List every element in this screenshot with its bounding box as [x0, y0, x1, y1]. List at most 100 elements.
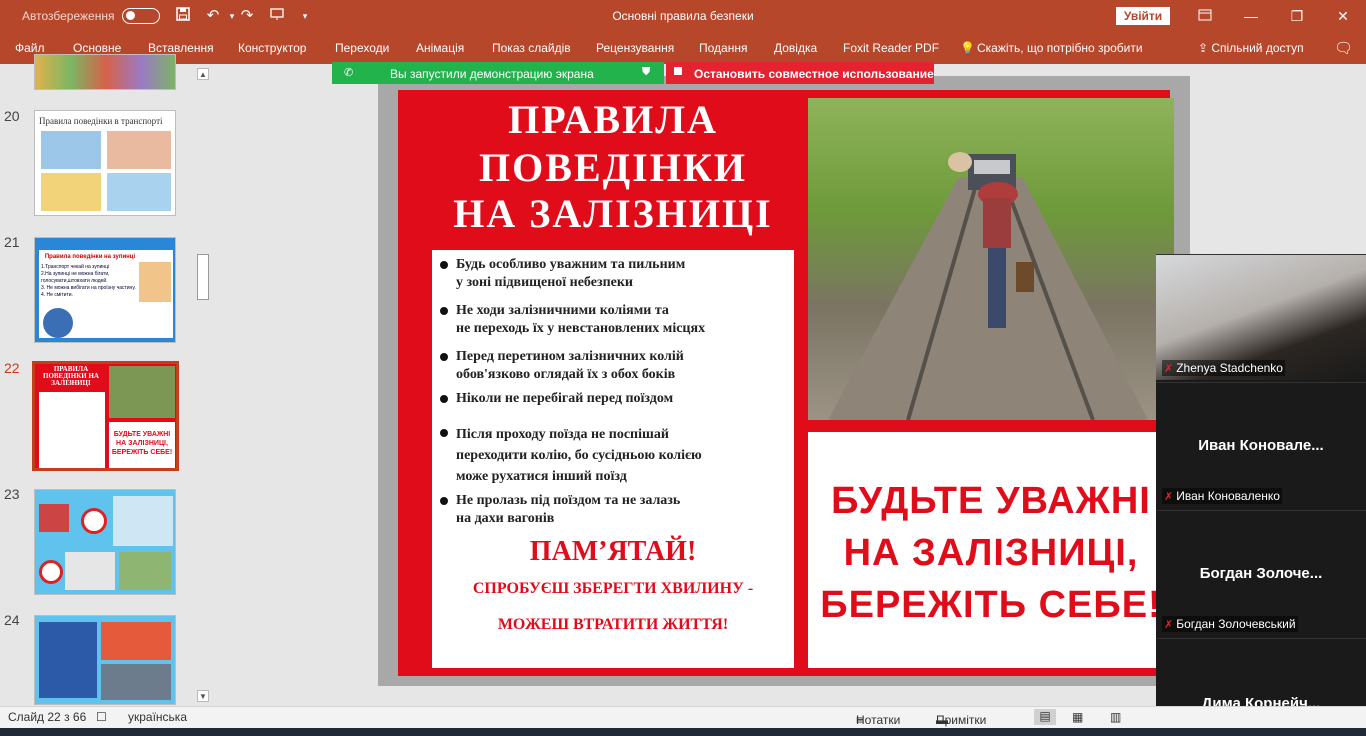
rule-text: обов'язково оглядай їх з обох боків [456, 367, 676, 382]
thumb20-image [41, 131, 101, 169]
spellcheck-icon[interactable]: ☐ [96, 710, 107, 724]
video-tile[interactable]: ✗ Zhenya Stadchenko [1156, 254, 1366, 380]
thumb21-image [43, 308, 73, 338]
thumb20-title: Правила поведінки в транспорті [39, 116, 163, 126]
slide-thumbnail-21[interactable]: Правила поведінки на зупинці 1.Транспорт… [34, 237, 176, 343]
stop-sharing-label: Остановить совместное использование [694, 67, 934, 81]
restore-icon[interactable]: ❐ [1285, 6, 1309, 26]
warning-line1: БУДЬТЕ УВАЖНІ [831, 480, 1151, 522]
share-label: Спільний доступ [1211, 41, 1304, 55]
thumb23-prohibit-icon [39, 560, 63, 584]
tab-review[interactable]: Рецензування [596, 41, 674, 55]
share-icon: ⇪ [1198, 41, 1212, 55]
tab-animations[interactable]: Анімація [416, 41, 464, 55]
thumb24-image [101, 664, 171, 700]
rule-item: Не ходи залізничними коліями та не перех… [438, 302, 792, 338]
remember-line2: МОЖЕШ ВТРАТИТИ ЖИТТЯ! [497, 616, 729, 633]
notes-label: Нотатки [856, 713, 901, 727]
slide-canvas[interactable]: ПРАВИЛА ПОВЕДІНКИ НА ЗАЛІЗНИЦІ Будь особ… [378, 76, 1190, 686]
video-tile[interactable]: Иван Коновале... ✗ Иван Коноваленко [1156, 382, 1366, 508]
tab-view[interactable]: Подання [699, 41, 747, 55]
tab-insert[interactable]: Вставлення [148, 41, 214, 55]
thumb22-warning: БУДЬТЕ УВАЖНІ НА ЗАЛІЗНИЦІ, БЕРЕЖІТЬ СЕБ… [109, 422, 175, 468]
rule-text: Не ходи залізничними коліями та [456, 303, 669, 318]
thumb23-image [113, 496, 173, 546]
thumb21-line: 3. Не можна вибігати на проїзну частину. [41, 285, 136, 291]
slide-thumbnail-22[interactable]: ПРАВИЛА ПОВЕДІНКИ НА ЗАЛІЗНИЦІ БУДЬТЕ УВ… [32, 361, 179, 471]
reading-view-icon[interactable]: ▥ [1110, 710, 1121, 724]
slide-counter: Слайд 22 з 66 [8, 710, 87, 724]
mic-muted-icon: ✗ [1164, 363, 1174, 375]
thumb22-title: ПРАВИЛА ПОВЕДІНКИ НА ЗАЛІЗНИЦІ [43, 365, 99, 387]
scroll-down-icon[interactable]: ▼ [197, 690, 209, 702]
tab-slideshow[interactable]: Показ слайдів [492, 41, 571, 55]
video-tile[interactable]: Богдан Золоче... ✗ Богдан Золочевський [1156, 510, 1366, 636]
thumb21-title: Правила поведінки на зупинці [44, 254, 136, 260]
rule-text: у зоні підвищеної небезпеки [456, 275, 634, 290]
thumb20-image [107, 173, 171, 211]
scroll-up-icon[interactable]: ▲ [197, 68, 209, 80]
thumb23-prohibit-icon [81, 508, 107, 534]
slide-thumbnail-24[interactable] [34, 615, 176, 705]
rule-text: Будь особливо уважним та пильним [456, 257, 686, 272]
participant-name: ✗ Zhenya Stadchenko [1162, 360, 1285, 376]
rule-text: Перед перетином залізничних колій [456, 349, 684, 364]
share-button[interactable]: ⇪ Спільний доступ [1198, 41, 1304, 55]
comments-label: Примітки [936, 713, 987, 727]
thumb21-line: 4. Не смітити. [41, 292, 73, 298]
thumb21-image [139, 262, 171, 302]
slide-sorter-icon[interactable]: ▦ [1072, 710, 1083, 724]
tab-file[interactable]: Файл [15, 41, 45, 55]
close-icon[interactable]: ✕ [1331, 6, 1355, 26]
thumb24-image [39, 622, 97, 698]
slide-number-23: 23 [4, 486, 20, 502]
language-indicator[interactable]: українська [128, 710, 187, 724]
scroll-thumb[interactable] [197, 254, 209, 300]
rule-text: переходити колію, бо сусідньою колією [456, 448, 702, 463]
tab-design[interactable]: Конструктор [238, 41, 306, 55]
rule-text: Не пролазь під поїздом та не залазь [456, 493, 681, 508]
thumb20-image [107, 131, 171, 169]
slide-thumbnail-20[interactable]: Правила поведінки в транспорті [34, 110, 176, 216]
mic-muted-icon: ✗ [1164, 491, 1174, 503]
screenshare-status-label: Вы запустили демонстрацию экрана [390, 67, 594, 81]
stop-sharing-button[interactable]: Остановить совместное использование [666, 62, 934, 84]
thumb20-image [41, 173, 101, 211]
normal-view-icon[interactable]: ▤ [1034, 709, 1056, 725]
bullet-icon [440, 497, 448, 505]
signin-button[interactable]: Увійти [1116, 7, 1170, 25]
thumb21-line: 1.Транспорт чекай на зупинці [41, 264, 110, 270]
slide-thumbnail-23[interactable] [34, 489, 176, 595]
shield-icon: ⛊ [642, 66, 651, 78]
warning-line2: НА ЗАЛІЗНИЦІ, [843, 532, 1139, 574]
slide-thumbnail-pane: 20 Правила поведінки в транспорті 21 Пра… [0, 54, 214, 706]
thumb23-image [65, 552, 115, 590]
participants-video-panel: ✗ Zhenya Stadchenko Иван Коновале... ✗ Ива… [1156, 254, 1366, 736]
slide-number-22: 22 [4, 360, 20, 376]
title-bar: Автозбереження ↶ ▾ ↷ ▾ Основні правила б… [0, 0, 1366, 33]
tab-home[interactable]: Основне [73, 41, 121, 55]
tell-me-search[interactable]: Скажіть, що потрібно зробити [977, 41, 1143, 55]
comments-icon[interactable]: 🗨 [1334, 39, 1353, 57]
thumbnail-scrollbar[interactable]: ▲ ▼ [196, 66, 210, 704]
thumb23-image [39, 504, 69, 532]
thumb23-image [119, 552, 171, 590]
warning-line3: БЕРЕЖІТЬ СЕБЕ! [820, 584, 1162, 626]
status-bar: Слайд 22 з 66 ☐ українська ≡ Нотатки ▬ П… [0, 706, 1366, 728]
slide-thumbnail-19[interactable] [34, 54, 176, 90]
rule-item: Після проходу поїзда не поспішай переход… [438, 424, 792, 487]
remember-line1: СПРОБУЄШ ЗБЕРЕГТИ ХВИЛИНУ - [472, 580, 754, 597]
tab-transitions[interactable]: Переходи [335, 41, 389, 55]
ribbon-display-icon[interactable] [1193, 6, 1217, 26]
slide-title-line3: НА ЗАЛІЗНИЦІ [453, 191, 773, 236]
taskbar-strip [0, 728, 1366, 736]
minimize-icon[interactable]: — [1239, 6, 1263, 26]
rule-text: Після проходу поїзда не поспішай [456, 427, 669, 442]
participant-display-name: Иван Коновале... [1198, 437, 1324, 454]
ribbon-tabs: Файл Основне Вставлення Конструктор Пере… [0, 33, 1366, 64]
thumb24-image [101, 622, 171, 660]
tab-foxit[interactable]: Foxit Reader PDF [843, 41, 939, 55]
participant-name: ✗ Иван Коноваленко [1162, 488, 1282, 504]
tab-help[interactable]: Довідка [774, 41, 817, 55]
bullet-icon [440, 395, 448, 403]
